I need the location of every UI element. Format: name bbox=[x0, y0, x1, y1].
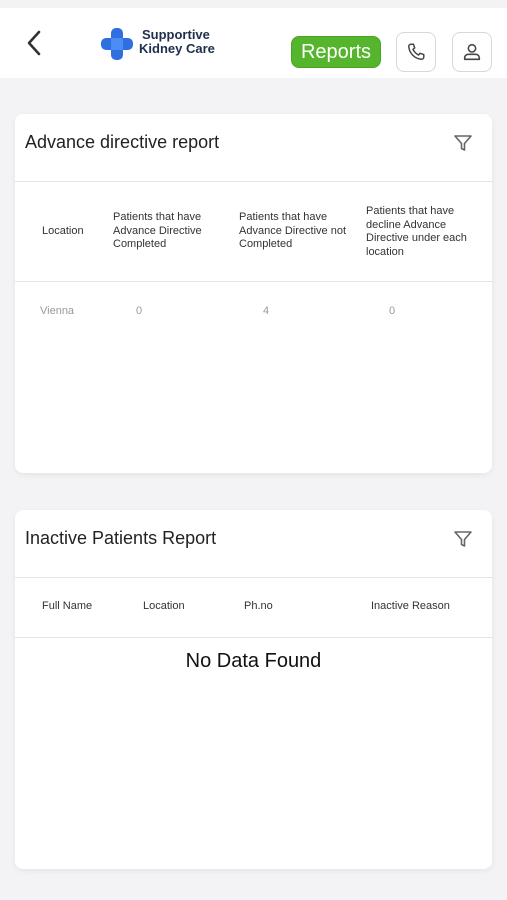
column-header-inactive-reason: Inactive Reason bbox=[371, 600, 450, 612]
logo-line-1: Supportive bbox=[142, 27, 210, 42]
top-header: Supportive Kidney Care Reports bbox=[0, 8, 507, 78]
filter-icon bbox=[454, 135, 472, 151]
logo-line-2: Kidney Care bbox=[139, 41, 215, 56]
profile-button[interactable] bbox=[452, 32, 492, 72]
divider bbox=[15, 281, 492, 282]
logo-text: Supportive Kidney Care bbox=[139, 28, 215, 56]
column-header-location: Location bbox=[42, 225, 84, 237]
column-header-location: Location bbox=[143, 600, 185, 612]
inactive-patients-filter-button[interactable] bbox=[452, 528, 474, 550]
logo-cross-icon bbox=[101, 28, 133, 60]
table-cell-not-completed: 4 bbox=[263, 305, 270, 317]
inactive-patients-card: Inactive Patients Report Full Name Locat… bbox=[15, 510, 492, 869]
phone-button[interactable] bbox=[396, 32, 436, 72]
table-cell-declined: 0 bbox=[389, 305, 396, 317]
column-header-not-completed: Patients that have Advance Directive not… bbox=[239, 211, 346, 250]
table-cell-completed: 0 bbox=[136, 305, 143, 317]
reports-button[interactable]: Reports bbox=[291, 36, 381, 68]
column-header-completed: Patients that have Advance Directive Com… bbox=[113, 211, 202, 250]
app-page: Supportive Kidney Care Reports Advance d… bbox=[0, 0, 507, 900]
inactive-patients-title: Inactive Patients Report bbox=[25, 528, 217, 548]
divider bbox=[15, 577, 492, 578]
advance-directive-card: Advance directive report Location Patien… bbox=[15, 114, 492, 473]
app-logo: Supportive Kidney Care bbox=[99, 26, 229, 62]
advance-directive-title: Advance directive report bbox=[25, 132, 220, 152]
advance-directive-filter-button[interactable] bbox=[452, 132, 474, 154]
column-header-phone: Ph.no bbox=[244, 600, 273, 612]
column-header-full-name: Full Name bbox=[42, 600, 93, 612]
table-cell-location: Vienna bbox=[40, 305, 75, 317]
no-data-message: No Data Found bbox=[185, 650, 322, 672]
filter-icon bbox=[454, 531, 472, 547]
back-button[interactable] bbox=[20, 28, 48, 58]
back-chevron-icon bbox=[27, 30, 41, 56]
column-header-declined: Patients that have decline Advance Direc… bbox=[366, 205, 467, 258]
phone-icon bbox=[408, 43, 425, 60]
divider bbox=[15, 181, 492, 182]
divider bbox=[15, 637, 492, 638]
user-icon bbox=[463, 43, 481, 61]
